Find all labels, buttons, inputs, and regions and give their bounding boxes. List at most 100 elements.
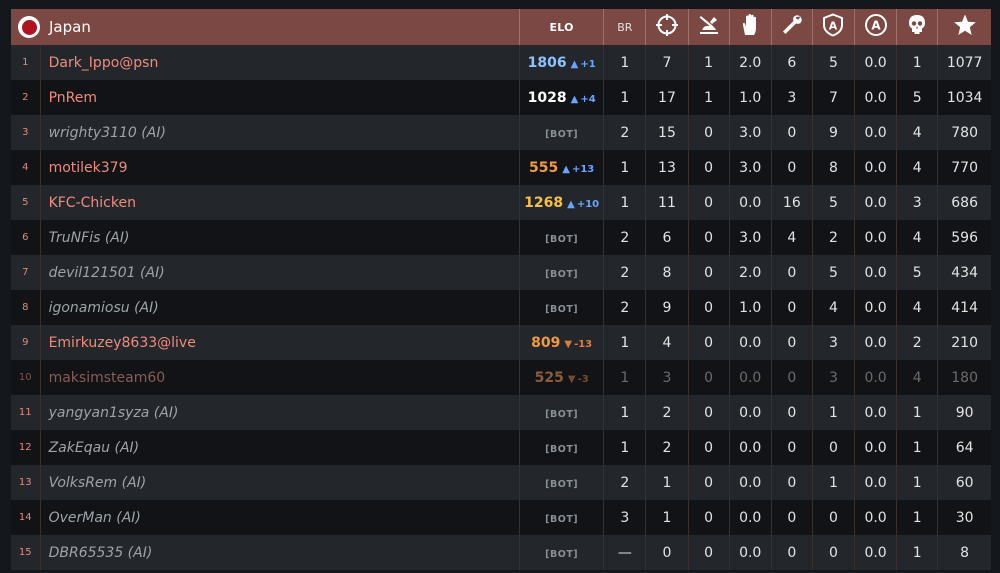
br-cell: 3 bbox=[603, 500, 647, 535]
elo-value: 525 bbox=[534, 369, 564, 386]
repair-cell: 0 bbox=[771, 325, 813, 360]
elo-value: 1028 bbox=[527, 89, 567, 106]
player-name[interactable]: PnRem bbox=[40, 80, 521, 115]
deaths-column-header[interactable] bbox=[896, 9, 939, 45]
table-row[interactable]: 7 devil121501 (AI) [BOT] 2 8 0 2.0 0 5 0.0 5 434 bbox=[11, 255, 991, 290]
captures-cell: 8 bbox=[812, 150, 856, 185]
table-row[interactable]: 5 KFC-Chicken 1268 ▲ +10 1 11 0 0.0 16 5 0.0 3 686 bbox=[11, 185, 991, 220]
player-name[interactable]: igonamiosu (AI) bbox=[40, 290, 521, 325]
repair-cell: 0 bbox=[771, 500, 813, 535]
br-cell: 1 bbox=[603, 45, 647, 80]
player-name[interactable]: VolksRem (AI) bbox=[40, 465, 521, 500]
table-row[interactable]: 14 OverMan (AI) [BOT] 3 1 0 0.0 0 0 0.0 1 30 bbox=[11, 500, 991, 535]
ground-kills-cell: 0 bbox=[688, 115, 730, 150]
rank-cell: 1 bbox=[11, 45, 41, 80]
deaths-cell: 1 bbox=[896, 395, 939, 430]
captures-cell: 3 bbox=[812, 360, 856, 395]
table-row[interactable]: 4 motilek379 555 ▲ +13 1 13 0 3.0 0 8 0.0 4 770 bbox=[11, 150, 991, 185]
bot-badge: [BOT] bbox=[545, 268, 579, 280]
ground-kill-icon bbox=[697, 13, 721, 37]
br-cell: 1 bbox=[603, 360, 647, 395]
kills-column-header[interactable] bbox=[645, 9, 689, 45]
player-name[interactable]: Emirkuzey8633@live bbox=[40, 325, 521, 360]
kills-cell: 3 bbox=[645, 360, 689, 395]
player-name[interactable]: devil121501 (AI) bbox=[40, 255, 521, 290]
score-cell: 1034 bbox=[946, 89, 983, 106]
elo-value: 555 bbox=[529, 159, 559, 176]
trend-up-icon: ▲ bbox=[570, 58, 579, 70]
deaths-cell: 1 bbox=[896, 430, 939, 465]
table-row[interactable]: 13 VolksRem (AI) [BOT] 2 1 0 0.0 0 1 0.0 1 60 bbox=[11, 465, 991, 500]
air-capture-cell: 0.0 bbox=[854, 255, 898, 290]
table-row[interactable]: 2 PnRem 1028 ▲ +4 1 17 1 1.0 3 7 0.0 5 1034 bbox=[11, 80, 991, 115]
kills-cell: 17 bbox=[645, 80, 689, 115]
rank-cell: 3 bbox=[11, 115, 41, 150]
player-name[interactable]: TruNFis (AI) bbox=[40, 220, 521, 255]
air-capture-column-header[interactable]: A bbox=[854, 9, 898, 45]
repair-cell: 0 bbox=[771, 535, 813, 570]
player-name[interactable]: yangyan1syza (AI) bbox=[40, 395, 521, 430]
kills-cell: 15 bbox=[645, 115, 689, 150]
table-row[interactable]: 1 Dark_Ippo@psn 1806 ▲ +1 1 7 1 2.0 6 5 0.0 1 1077 bbox=[11, 45, 991, 80]
deaths-cell: 1 bbox=[896, 465, 939, 500]
table-row[interactable]: 10 maksimsteam60 525 ▼ -3 1 3 0 0.0 0 3 0.0 4 180 bbox=[11, 360, 991, 395]
captures-cell: 5 bbox=[812, 185, 856, 220]
player-name[interactable]: KFC-Chicken bbox=[40, 185, 521, 220]
rank-cell: 11 bbox=[11, 395, 41, 430]
repair-column-header[interactable] bbox=[771, 9, 813, 45]
assists-cell: 0.0 bbox=[729, 185, 772, 220]
br-column-header[interactable]: BR bbox=[603, 9, 647, 45]
table-row[interactable]: 6 TruNFis (AI) [BOT] 2 6 0 3.0 4 2 0.0 4 596 bbox=[11, 220, 991, 255]
score-cell: 434 bbox=[951, 264, 978, 281]
score-cell: 64 bbox=[955, 439, 974, 456]
table-row[interactable]: 9 Emirkuzey8633@live 809 ▼ -13 1 4 0 0.0 0 3 0.0 2 21… bbox=[11, 325, 991, 360]
captures-cell: 1 bbox=[812, 465, 856, 500]
player-name[interactable]: DBR65535 (AI) bbox=[40, 535, 521, 570]
base-capture-column-header[interactable]: A bbox=[812, 9, 856, 45]
player-name[interactable]: motilek379 bbox=[40, 150, 521, 185]
table-row[interactable]: 12 ZakEqau (AI) [BOT] 1 2 0 0.0 0 0 0.0 1 64 bbox=[11, 430, 991, 465]
rank-cell: 10 bbox=[11, 360, 41, 395]
table-row[interactable]: 15 DBR65535 (AI) [BOT] —0 0 0.0 0 0 0.0 1 8 bbox=[11, 535, 991, 570]
repair-cell: 6 bbox=[771, 45, 813, 80]
assists-cell: 2.0 bbox=[729, 255, 772, 290]
air-capture-cell: 0.0 bbox=[854, 185, 898, 220]
scoreboard-panel: Japan ELO BR A A 1 Dark_Ippo@psn 1806 ▲ … bbox=[11, 9, 991, 570]
captures-cell: 9 bbox=[812, 115, 856, 150]
captures-cell: 4 bbox=[812, 290, 856, 325]
score-column-header[interactable] bbox=[938, 9, 991, 45]
elo-cell: [BOT] bbox=[519, 500, 605, 535]
elo-column-header[interactable]: ELO bbox=[519, 9, 605, 45]
air-capture-icon: A bbox=[864, 13, 888, 37]
player-name[interactable]: maksimsteam60 bbox=[40, 360, 521, 395]
ground-kills-cell: 0 bbox=[688, 185, 730, 220]
table-row[interactable]: 8 igonamiosu (AI) [BOT] 2 9 0 1.0 0 4 0.0 4 414 bbox=[11, 290, 991, 325]
elo-cell: [BOT] bbox=[519, 255, 605, 290]
ground-kills-column-header[interactable] bbox=[688, 9, 730, 45]
ground-kills-cell: 0 bbox=[688, 430, 730, 465]
elo-cell: [BOT] bbox=[519, 220, 605, 255]
player-name[interactable]: Dark_Ippo@psn bbox=[40, 45, 521, 80]
repair-cell: 0 bbox=[771, 290, 813, 325]
player-name[interactable]: OverMan (AI) bbox=[40, 500, 521, 535]
player-name[interactable]: ZakEqau (AI) bbox=[40, 430, 521, 465]
kills-cell: 4 bbox=[645, 325, 689, 360]
br-cell: 2 bbox=[603, 290, 647, 325]
br-cell: 1 bbox=[603, 430, 647, 465]
ground-kills-cell: 0 bbox=[688, 290, 730, 325]
elo-value: 1806 bbox=[527, 54, 567, 71]
kills-cell: 2 bbox=[645, 430, 689, 465]
ground-kills-cell: 0 bbox=[688, 395, 730, 430]
table-row[interactable]: 3 wrighty3110 (AI) [BOT] 2 15 0 3.0 0 9 0.0 4 780 bbox=[11, 115, 991, 150]
score-cell: 780 bbox=[951, 124, 978, 141]
table-row[interactable]: 11 yangyan1syza (AI) [BOT] 1 2 0 0.0 0 1 0.0 1 90 bbox=[11, 395, 991, 430]
repair-cell: 16 bbox=[771, 185, 813, 220]
player-name[interactable]: wrighty3110 (AI) bbox=[40, 115, 521, 150]
assists-column-header[interactable] bbox=[729, 9, 772, 45]
bot-badge: [BOT] bbox=[545, 443, 579, 455]
br-cell: — bbox=[603, 535, 647, 570]
br-cell: 2 bbox=[603, 465, 647, 500]
ground-kills-cell: 0 bbox=[688, 150, 730, 185]
bot-badge: [BOT] bbox=[545, 128, 579, 140]
elo-cell: [BOT] bbox=[519, 465, 605, 500]
